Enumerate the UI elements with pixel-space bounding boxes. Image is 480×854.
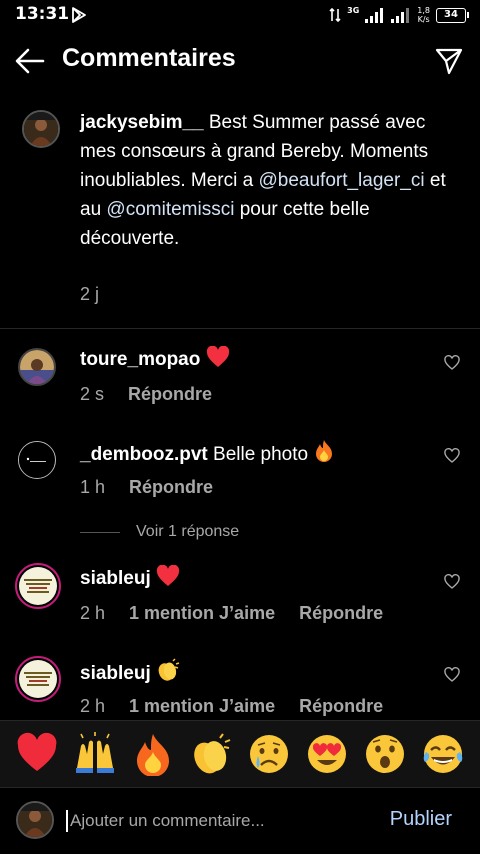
publish-button[interactable]: Publier <box>390 808 452 831</box>
reply-button[interactable]: Répondre <box>299 696 383 717</box>
comment-meta: 1 h Répondre <box>80 477 213 498</box>
back-arrow-icon[interactable] <box>14 46 46 76</box>
comment-timestamp: 2 h <box>80 603 106 623</box>
profile-logo-icon <box>19 660 57 698</box>
network-type: 3G <box>347 6 360 15</box>
comment-timestamp: 2 s <box>80 384 105 404</box>
comment-text: siableuj <box>80 565 180 590</box>
fire-icon <box>316 440 333 462</box>
comment-composer: Ajouter un commentaire... Publier <box>0 788 480 854</box>
view-replies-button[interactable]: Voir 1 réponse <box>80 522 239 542</box>
red-heart-icon[interactable] <box>15 732 59 776</box>
red-heart-icon <box>206 346 229 367</box>
clapping-hands-icon[interactable] <box>189 732 233 776</box>
replies-line <box>80 531 120 533</box>
comment-input[interactable]: Ajouter un commentaire... <box>66 810 265 832</box>
divider <box>0 328 480 329</box>
crying-face-icon[interactable] <box>247 732 291 776</box>
comment-meta: 2 h 1 mention J’aime Répondre <box>80 696 383 717</box>
caption-text: jackysebim__ Best Summer passé avec mes … <box>80 108 460 253</box>
comment-item: siableuj 2 h 1 mention J’aime Répondre <box>0 563 480 645</box>
comment-text: _dembooz.pvt Belle photo <box>80 439 335 466</box>
profile-photo-icon <box>20 350 54 384</box>
avatar <box>16 801 54 839</box>
profile-logo-icon <box>19 567 57 605</box>
page-title: Commentaires <box>62 44 236 72</box>
reply-button[interactable]: Répondre <box>128 384 212 405</box>
likes-count[interactable]: 1 mention J’aime <box>129 696 275 717</box>
like-heart-icon[interactable] <box>444 667 460 683</box>
comment-timestamp: 1 h <box>80 477 106 497</box>
comment-meta: 2 s Répondre <box>80 384 212 405</box>
signal-icon-2 <box>391 7 410 23</box>
view-replies-label: Voir 1 réponse <box>136 523 240 540</box>
profile-photo-icon <box>24 112 58 146</box>
comment-item: _dembooz.pvt Belle photo 1 h Répondre <box>0 439 480 519</box>
status-bar: 13:31 3G 1,8 K/s 34 <box>0 0 480 32</box>
fire-icon[interactable] <box>131 732 175 776</box>
profile-logo-icon <box>19 442 54 477</box>
avatar[interactable] <box>22 110 60 148</box>
reply-button[interactable]: Répondre <box>299 603 383 624</box>
raising-hands-icon[interactable] <box>73 732 117 776</box>
reply-button[interactable]: Répondre <box>129 477 213 498</box>
send-direct-icon[interactable] <box>434 46 464 76</box>
profile-photo-icon <box>18 803 52 837</box>
like-heart-icon[interactable] <box>444 574 460 590</box>
status-icons: 3G 1,8 K/s 34 <box>329 4 469 26</box>
comment-item: toure_mopao 2 s Répondre <box>0 346 480 426</box>
heart-eyes-face-icon[interactable] <box>305 732 349 776</box>
like-heart-icon[interactable] <box>444 355 460 371</box>
red-heart-icon <box>156 565 180 586</box>
tears-of-joy-face-icon[interactable] <box>421 732 465 776</box>
quick-emoji-bar <box>0 720 480 788</box>
network-speed: 1,8 K/s <box>417 6 430 24</box>
avatar[interactable] <box>18 348 56 386</box>
play-store-icon <box>72 7 86 23</box>
like-heart-icon[interactable] <box>444 448 460 464</box>
data-transfer-icon <box>329 7 341 23</box>
avatar[interactable] <box>18 441 56 479</box>
likes-count[interactable]: 1 mention J’aime <box>129 603 275 624</box>
mention-link[interactable]: @beaufort_lager_ci <box>258 170 424 191</box>
mention-link[interactable]: @comitemissci <box>106 199 234 220</box>
comment-text: toure_mopao <box>80 346 230 371</box>
clapping-hands-icon <box>158 658 180 681</box>
caption-timestamp: 2 j <box>80 284 100 304</box>
caption-username[interactable]: jackysebim__ <box>80 112 204 133</box>
header: Commentaires <box>0 32 480 90</box>
comment-meta: 2 h 1 mention J’aime Répondre <box>80 603 383 624</box>
signal-icon-1 <box>365 7 384 23</box>
comment-username[interactable]: _dembooz.pvt <box>80 444 208 465</box>
battery-icon: 34 <box>436 7 469 23</box>
comment-username[interactable]: toure_mopao <box>80 349 200 370</box>
comment-username[interactable]: siableuj <box>80 663 151 684</box>
comment-text: siableuj <box>80 658 180 685</box>
comment-timestamp: 2 h <box>80 696 106 716</box>
avatar[interactable] <box>15 563 61 609</box>
status-time: 13:31 <box>15 4 70 24</box>
astonished-face-icon[interactable] <box>363 732 407 776</box>
avatar[interactable] <box>15 656 61 702</box>
comment-username[interactable]: siableuj <box>80 568 151 589</box>
